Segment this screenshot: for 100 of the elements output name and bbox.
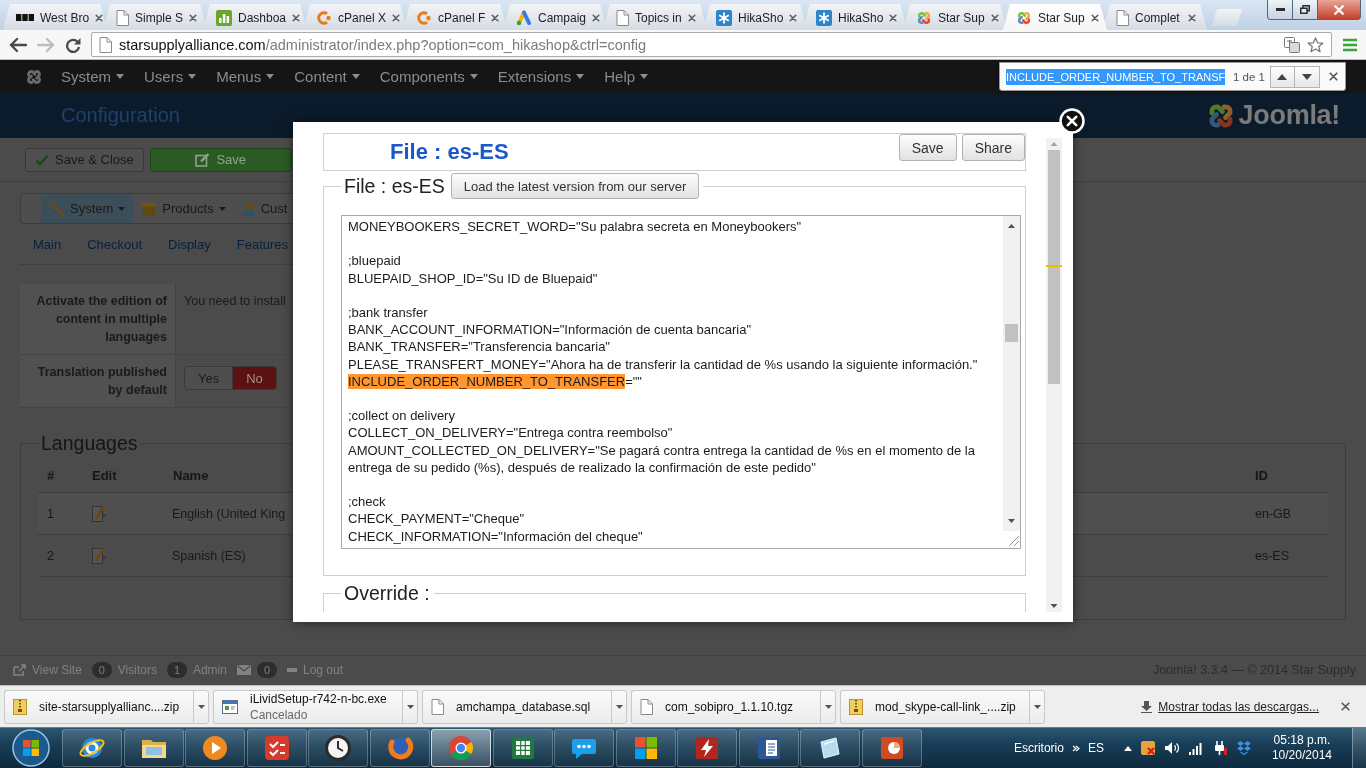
- toggle-option[interactable]: No: [233, 366, 277, 390]
- mail-icon: [236, 664, 251, 675]
- back-arrow-icon[interactable]: [9, 36, 27, 53]
- nav-menu-item[interactable]: Content: [284, 68, 370, 85]
- star-icon[interactable]: [1307, 36, 1324, 53]
- nav-menu-item[interactable]: Users: [134, 68, 207, 85]
- person-icon: [241, 200, 256, 217]
- chevrons-icon: [1071, 744, 1080, 752]
- browser-tab[interactable]: Star Sup: [903, 4, 1007, 30]
- arc-logo-icon: [416, 9, 432, 26]
- code-line: BANK_TRANSFER="Transferencia bancaria": [348, 338, 611, 356]
- code-line: CHECK_PAYMENT="Cheque": [348, 510, 525, 528]
- browser-tab[interactable]: cPanel X: [303, 4, 407, 30]
- nav-menu-item[interactable]: System: [51, 68, 134, 85]
- taskbar-button[interactable]: [431, 729, 491, 767]
- reload-icon[interactable]: [65, 36, 81, 53]
- nav-menu-item[interactable]: Extensions: [487, 68, 595, 85]
- close-icon[interactable]: [1090, 13, 1099, 22]
- taskbar-button[interactable]: [123, 729, 184, 767]
- nav-menu-item[interactable]: Help: [594, 68, 659, 85]
- taskbar-button[interactable]: [677, 729, 737, 767]
- scrollbar[interactable]: [1046, 138, 1062, 612]
- browser-tab[interactable]: Simple S: [103, 4, 207, 30]
- next-match-button[interactable]: [1295, 65, 1320, 88]
- minimize-button[interactable]: [1267, 0, 1293, 20]
- nav-menu-item[interactable]: Components: [369, 68, 488, 85]
- minus-icon: [286, 667, 297, 672]
- caret-icon: [469, 74, 478, 79]
- download-item[interactable]: com_sobipro_1.1.10.tgz: [631, 689, 820, 724]
- taskbar-button[interactable]: [492, 729, 553, 767]
- taskbar-button[interactable]: [800, 729, 860, 767]
- taskbar-button[interactable]: [615, 729, 676, 767]
- browser-tab[interactable]: HikaSho: [803, 4, 907, 30]
- code-line: PLEASE_TRANSFERT_MONEY="Ahora ha de transferir la cantidad de %s usando la siguiente información.": [348, 355, 979, 373]
- clock[interactable]: 05:18 p.m. 10/20/2014: [1271, 733, 1332, 763]
- show-desktop-button[interactable]: [1352, 728, 1366, 768]
- code-line: BANK_ACCOUNT_INFORMATION="Información de cuenta bancaria": [348, 321, 753, 339]
- browser-tab[interactable]: West Bro: [3, 4, 107, 30]
- browser-tab[interactable]: Complet: [1103, 4, 1207, 30]
- signal-bars-icon: [1187, 740, 1204, 756]
- download-item[interactable]: amchampa_database.sql: [422, 689, 611, 724]
- action-button[interactable]: Save: [898, 134, 957, 161]
- show-all-downloads-link[interactable]: Mostrar todas las descargas...: [1158, 699, 1319, 714]
- browser-tab[interactable]: Star Sup: [1003, 4, 1107, 30]
- text-editor[interactable]: [341, 215, 1021, 549]
- previous-match-button[interactable]: [1270, 65, 1295, 88]
- knot-logo-icon: [916, 9, 932, 26]
- caret-icon: [640, 74, 649, 79]
- taskbar-button[interactable]: [861, 729, 922, 767]
- close-icon[interactable]: [1329, 72, 1338, 81]
- caret-icon: [197, 704, 205, 709]
- box-icon: [141, 200, 158, 217]
- close-icon[interactable]: [1341, 702, 1350, 711]
- page-icon: [1116, 9, 1129, 26]
- browser-tab[interactable]: cPanel F: [403, 4, 507, 30]
- restore-button[interactable]: [1292, 0, 1318, 20]
- caret-icon: [1033, 704, 1041, 709]
- page-icon: [640, 698, 653, 715]
- taskbar-button[interactable]: [62, 729, 122, 767]
- download-menu-button[interactable]: [611, 689, 627, 724]
- edit-icon: [195, 152, 211, 167]
- download-item[interactable]: site-starsupplyallianc....zip: [4, 689, 193, 724]
- desktop-toolbar-label[interactable]: Escritorio: [1013, 741, 1064, 755]
- triangle-up-icon[interactable]: [1123, 745, 1132, 751]
- scrollbar[interactable]: [1003, 216, 1020, 548]
- browser-tab[interactable]: HikaSho: [703, 4, 807, 30]
- action-button[interactable]: Share: [961, 134, 1025, 161]
- asterisk-icon: [716, 9, 732, 26]
- browser-tab[interactable]: Topics in: [603, 4, 707, 30]
- menu-icon[interactable]: [1342, 37, 1358, 52]
- browser-tab[interactable]: Campaig: [503, 4, 607, 30]
- caret-icon: [218, 206, 226, 211]
- dialog-title: File : es-ES: [390, 138, 509, 166]
- download-menu-button[interactable]: [820, 689, 836, 724]
- code-line: ;bank transfer: [348, 304, 429, 322]
- taskbar-button[interactable]: [738, 729, 799, 767]
- load-latest-button[interactable]: Load the latest version from our server: [450, 173, 700, 199]
- start-orb-icon[interactable]: [12, 729, 50, 767]
- overlapping-pages-icon[interactable]: [1284, 36, 1300, 53]
- download-menu-button[interactable]: [1029, 689, 1045, 724]
- page-title: Configuration: [61, 104, 180, 127]
- alert-icon: [1139, 740, 1156, 756]
- taskbar-button[interactable]: [308, 729, 368, 767]
- download-menu-button[interactable]: [193, 689, 209, 724]
- download-item[interactable]: iLividSetup-r742-n-bc.exe Cancelado: [213, 689, 402, 724]
- caret-icon: [824, 704, 832, 709]
- caret-icon: [576, 74, 585, 79]
- address-field[interactable]: starsupplyalliance.com/administrator/index.php?option=com_hikashop&ctrl=config: [91, 32, 1332, 57]
- taskbar-button[interactable]: [246, 729, 307, 767]
- page-icon: [116, 9, 129, 26]
- table-cell: en-GB: [1255, 506, 1292, 521]
- download-menu-button[interactable]: [402, 689, 418, 724]
- browser-tab[interactable]: Dashboa: [203, 4, 307, 30]
- language-indicator[interactable]: ES: [1087, 741, 1104, 755]
- close-button[interactable]: [1317, 0, 1361, 20]
- taskbar-button[interactable]: [185, 729, 245, 767]
- nav-menu-item[interactable]: Menus: [206, 68, 285, 85]
- clock-icon: [324, 734, 352, 762]
- code-line: COLLECT_ON_DELIVERY="Entrega contra reembolso": [348, 424, 674, 442]
- download-item[interactable]: mod_skype-call-link_....zip: [840, 689, 1029, 724]
